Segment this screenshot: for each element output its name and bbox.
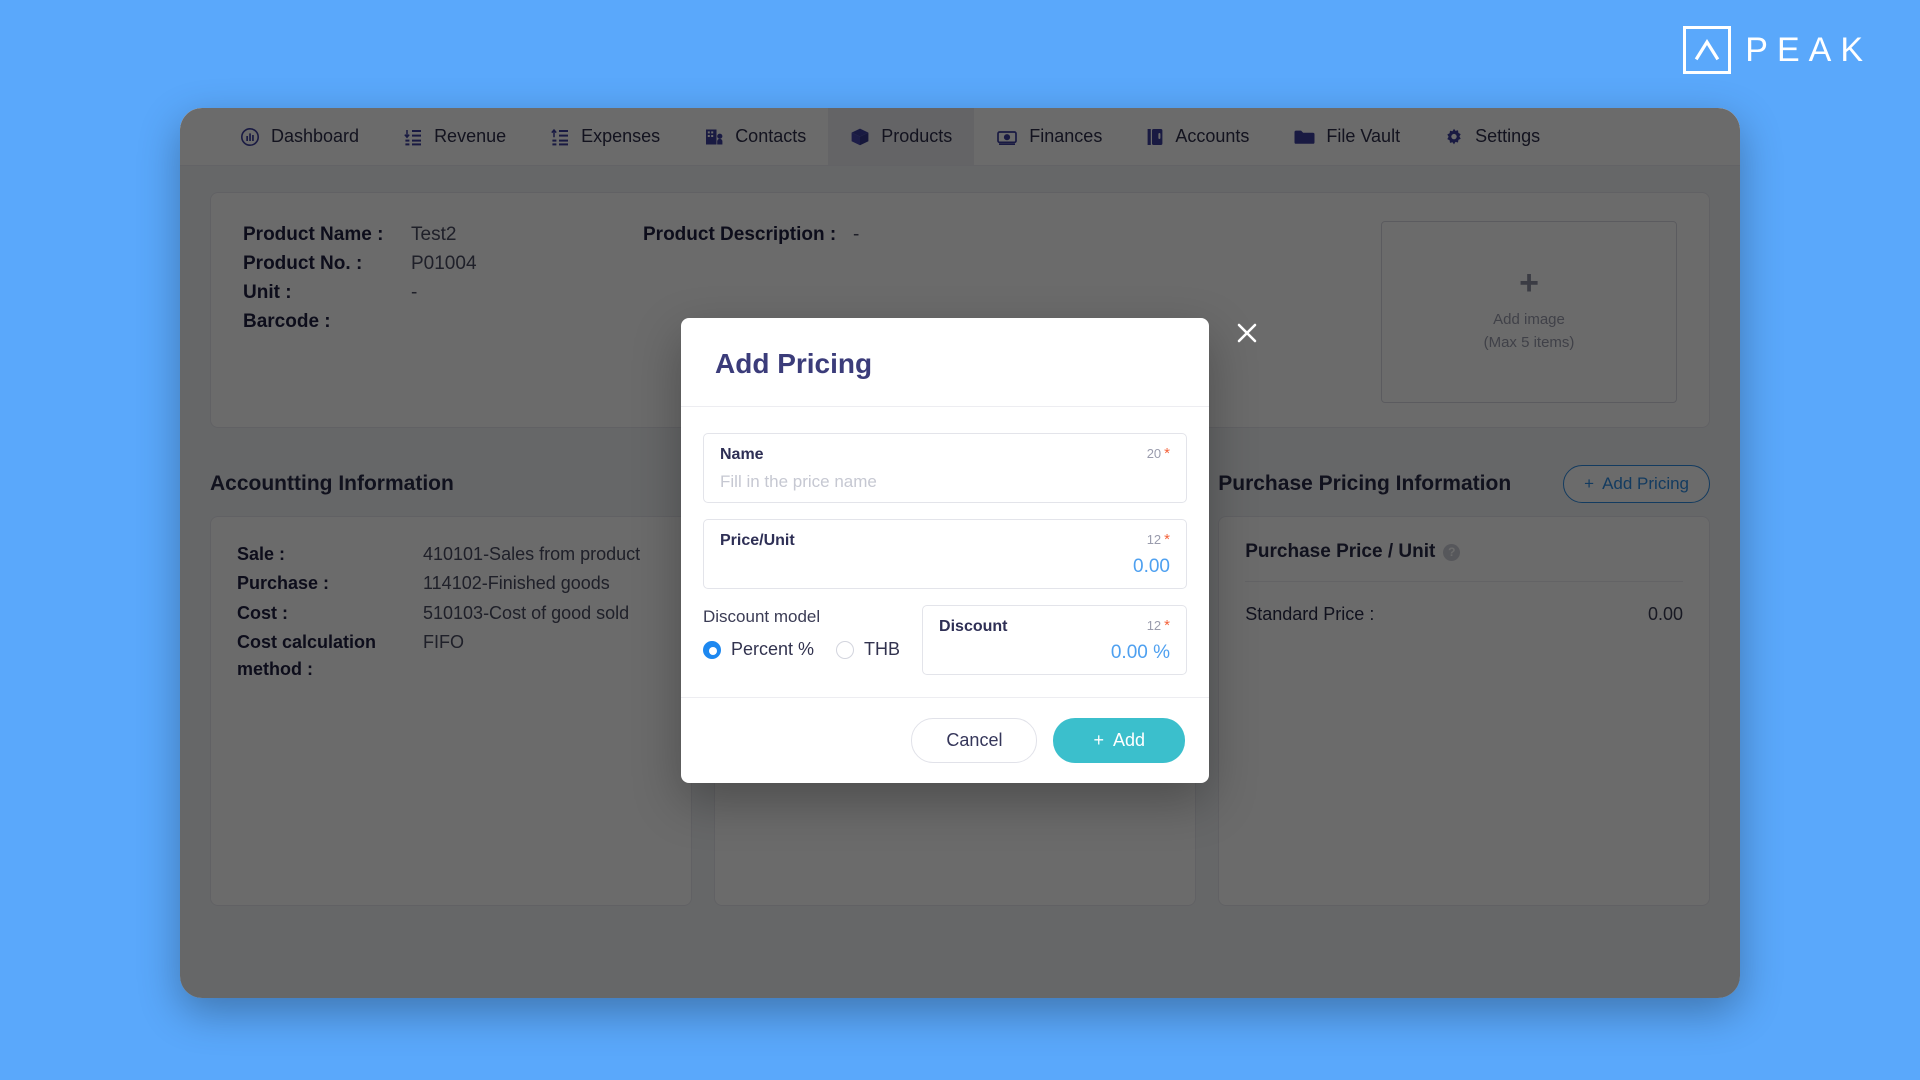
name-field[interactable]: Name 20 * Fill in the price name: [703, 433, 1187, 503]
add-pricing-modal: Add Pricing Name 20 * Fill in the price …: [681, 318, 1209, 783]
discount-field-header: Discount 12 *: [939, 618, 1170, 636]
discount-area: Discount model Percent % THB Discount 12…: [703, 605, 1187, 675]
discount-model-title: Discount model: [703, 607, 821, 626]
modal-footer: Cancel + Add: [681, 697, 1209, 783]
discount-field-meta: 12 *: [1147, 618, 1170, 633]
add-button-label: Add: [1112, 730, 1145, 750]
required-asterisk-icon: *: [1164, 531, 1170, 548]
peak-chevron-mark-icon: [1683, 26, 1732, 74]
price-field-label: Price/Unit: [720, 532, 795, 549]
discount-model-radios: Percent % THB: [703, 639, 900, 660]
brand-name: PEAK: [1745, 31, 1872, 69]
modal-header: Add Pricing: [681, 318, 1209, 407]
name-field-header: Name 20 *: [720, 446, 1170, 464]
radio-percent-label: Percent %: [731, 639, 815, 659]
peak-logo: PEAK: [1683, 26, 1872, 74]
radio-unselected-icon[interactable]: [836, 640, 855, 659]
discount-field-label: Discount: [939, 618, 1008, 635]
radio-thb[interactable]: THB: [836, 639, 900, 660]
price-input[interactable]: 0.00: [720, 556, 1170, 578]
name-field-label: Name: [720, 446, 764, 463]
price-char-counter: 12: [1146, 532, 1162, 547]
add-button[interactable]: + Add: [1053, 718, 1185, 763]
required-asterisk-icon: *: [1164, 445, 1170, 462]
required-asterisk-icon: *: [1164, 617, 1170, 634]
discount-input[interactable]: 0.00 %: [939, 642, 1170, 664]
radio-thb-label: THB: [864, 639, 901, 659]
modal-title: Add Pricing: [715, 348, 873, 379]
cancel-button[interactable]: Cancel: [911, 718, 1038, 763]
close-icon[interactable]: [1230, 316, 1264, 350]
discount-field[interactable]: Discount 12 * 0.00 %: [922, 605, 1187, 675]
radio-percent[interactable]: Percent %: [703, 639, 814, 660]
modal-body: Name 20 * Fill in the price name Price/U…: [681, 407, 1209, 697]
name-input[interactable]: Fill in the price name: [720, 472, 1170, 492]
price-field-meta: 12 *: [1147, 532, 1170, 547]
price-field-header: Price/Unit 12 *: [720, 532, 1170, 550]
price-per-unit-field[interactable]: Price/Unit 12 * 0.00: [703, 519, 1187, 589]
radio-selected-icon[interactable]: [703, 640, 721, 659]
name-field-meta: 20 *: [1147, 446, 1170, 461]
name-char-counter: 20: [1146, 446, 1162, 461]
discount-model-block: Discount model Percent % THB: [703, 605, 900, 660]
discount-char-counter: 12: [1146, 618, 1162, 633]
plus-icon: +: [1093, 730, 1104, 750]
